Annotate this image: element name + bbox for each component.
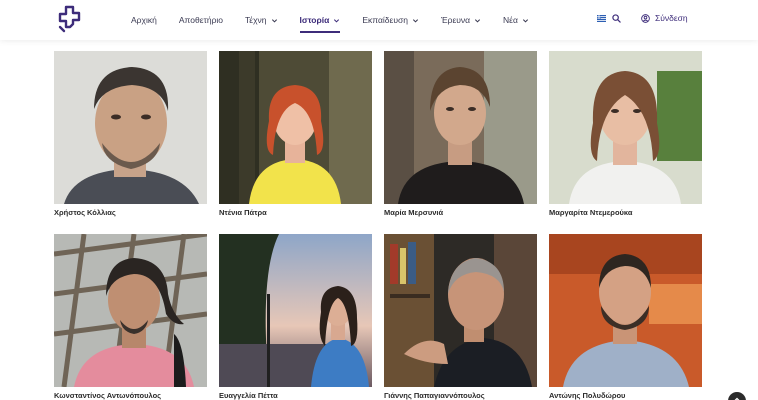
main-menu: Αρχική Αποθετήριο Τέχνη Ιστορία Εκπαίδευση Έρ… xyxy=(131,0,551,40)
person-photo[interactable] xyxy=(549,234,702,387)
nav-item-0[interactable]: Αρχική xyxy=(131,9,157,31)
nav-item-3[interactable]: Ιστορία xyxy=(299,9,341,33)
person-name[interactable]: Ευαγγελία Πέττα xyxy=(219,391,278,400)
chevron-down-icon xyxy=(522,18,528,23)
person-name[interactable]: Ντένια Πάτρα xyxy=(219,208,267,217)
scroll-to-top-button[interactable] xyxy=(728,392,746,400)
person-card[interactable]: Αντώνης Πολυδώρου xyxy=(549,234,702,400)
person-photo[interactable] xyxy=(384,234,537,387)
cross-logo-icon[interactable] xyxy=(57,5,83,33)
person-name[interactable]: Μαργαρίτα Ντεμερούκα xyxy=(549,208,632,217)
person-card[interactable]: Ευαγγελία Πέττα xyxy=(219,234,372,400)
person-card[interactable]: Κωνσταντίνος Αντωνόπουλος xyxy=(54,234,207,400)
nav-item-label: Εκπαίδευση xyxy=(362,15,408,25)
login-label: Σύνδεση xyxy=(655,13,688,23)
person-photo[interactable] xyxy=(219,234,372,387)
person-photo[interactable] xyxy=(384,51,537,204)
nav-item-1[interactable]: Αποθετήριο xyxy=(179,9,223,31)
chevron-down-icon xyxy=(334,18,340,23)
nav-item-4[interactable]: Εκπαίδευση xyxy=(362,9,419,31)
nav-item-label: Αρχική xyxy=(131,15,157,25)
top-navigation-bar: Αρχική Αποθετήριο Τέχνη Ιστορία Εκπαίδευση Έρ… xyxy=(0,0,758,40)
chevron-down-icon xyxy=(271,18,277,23)
person-photo[interactable] xyxy=(549,51,702,204)
user-icon xyxy=(641,13,650,23)
person-photo[interactable] xyxy=(219,51,372,204)
nav-item-6[interactable]: Νέα xyxy=(503,9,529,31)
nav-item-label: Έρευνα xyxy=(440,15,471,25)
nav-item-5[interactable]: Έρευνα xyxy=(441,9,481,31)
person-card[interactable]: Ντένια Πάτρα xyxy=(219,51,372,217)
nav-item-label: Αποθετήριο xyxy=(178,15,224,25)
person-card[interactable]: Γιάννης Παπαγιαννόπουλος xyxy=(384,234,537,400)
person-card[interactable]: Μαρία Μερσυνιά xyxy=(384,51,537,217)
nav-item-2[interactable]: Τέχνη xyxy=(245,9,278,31)
chevron-down-icon xyxy=(474,18,481,23)
person-card[interactable]: Χρήστος Κόλλιας xyxy=(54,51,207,217)
chevron-down-icon xyxy=(412,18,418,23)
person-card[interactable]: Μαργαρίτα Ντεμερούκα xyxy=(549,51,702,217)
person-name[interactable]: Μαρία Μερσυνιά xyxy=(384,208,443,217)
flag-icon[interactable] xyxy=(597,15,606,22)
nav-item-label: Τέχνη xyxy=(245,15,267,25)
nav-item-label: Νέα xyxy=(503,15,518,25)
nav-item-label: Ιστορία xyxy=(299,15,330,25)
chevron-up-icon xyxy=(734,397,740,400)
search-icon[interactable] xyxy=(612,14,621,23)
person-name[interactable]: Αντώνης Πολυδώρου xyxy=(549,391,625,400)
person-photo[interactable] xyxy=(54,51,207,204)
person-name[interactable]: Γιάννης Παπαγιαννόπουλος xyxy=(384,391,485,400)
person-name[interactable]: Χρήστος Κόλλιας xyxy=(54,208,116,217)
person-photo[interactable] xyxy=(54,234,207,387)
person-name[interactable]: Κωνσταντίνος Αντωνόπουλος xyxy=(54,391,161,400)
login-link[interactable]: Σύνδεση xyxy=(641,13,688,23)
